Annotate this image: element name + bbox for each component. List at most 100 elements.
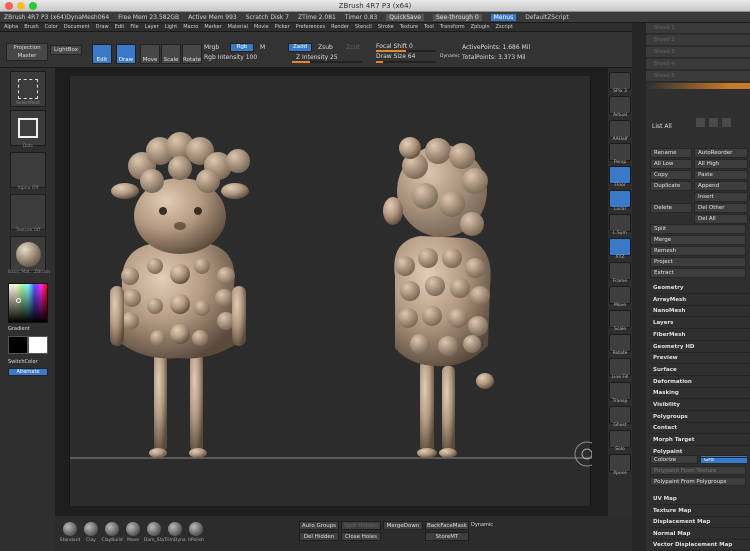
draw-button[interactable]: Draw <box>116 44 136 64</box>
lightbox-button[interactable]: LightBox <box>50 45 82 55</box>
shelf-xpose-button[interactable] <box>609 454 631 472</box>
rgb-intensity-slider[interactable]: Rgb Intensity 100 <box>204 54 257 61</box>
history-item[interactable]: Sheed 2 <box>646 35 750 46</box>
zoom-icon[interactable] <box>29 2 37 10</box>
insert-button[interactable]: Insert <box>694 192 748 202</box>
shelf-rotate-button[interactable] <box>609 334 631 352</box>
focal-shift-slider[interactable]: Focal Shift 0 <box>376 43 413 50</box>
del-hidden-button[interactable]: Del Hidden <box>299 532 339 541</box>
subpalette-geometry-hd[interactable]: Geometry HD <box>651 341 750 353</box>
split-hidden-button[interactable]: Split Hidden <box>341 521 381 530</box>
menu-tool[interactable]: Tool <box>424 24 434 30</box>
arrow-up-icon[interactable] <box>696 118 705 127</box>
remesh-button[interactable]: Remesh <box>650 246 746 256</box>
copy-button[interactable]: Copy <box>650 170 692 180</box>
alternate-button[interactable]: Alternate <box>8 368 48 376</box>
brush-hpolish-icon[interactable] <box>189 522 203 536</box>
m-toggle[interactable]: M <box>260 44 265 51</box>
canvas[interactable] <box>60 76 600 506</box>
edit-button[interactable]: Edit <box>92 44 112 64</box>
subpalette-deformation[interactable]: Deformation <box>651 376 750 388</box>
subpalette-nanomesh[interactable]: NanoMesh <box>651 305 750 318</box>
draw-size-track[interactable] <box>376 61 436 63</box>
texture-thumbnail[interactable] <box>10 194 46 230</box>
all-low-button[interactable]: All Low <box>650 159 692 169</box>
menu-texture[interactable]: Texture <box>400 24 418 30</box>
alpha-thumbnail[interactable] <box>10 152 46 188</box>
auto-groups-button[interactable]: Auto Groups <box>299 521 339 530</box>
menu-transform[interactable]: Transform <box>440 24 465 30</box>
subpalette-arraymesh[interactable]: ArrayMesh <box>651 294 750 306</box>
subpalette-preview[interactable]: Preview <box>651 352 750 365</box>
polypaint-from-polygroups-button[interactable]: Polypaint From Polygroups <box>650 477 746 486</box>
shelf-aahalf-button[interactable] <box>609 120 631 138</box>
menu-light[interactable]: Light <box>165 24 177 30</box>
paste-button[interactable]: Paste <box>694 170 748 180</box>
rename-button[interactable]: Rename <box>650 148 692 158</box>
append-button[interactable]: Append <box>694 181 748 191</box>
shelf-persp-button[interactable] <box>609 143 631 161</box>
subpalette-visibility[interactable]: Visibility <box>651 399 750 411</box>
store-mt-button[interactable]: StoreMT <box>425 532 469 541</box>
menu-material[interactable]: Material <box>228 24 248 30</box>
minimize-icon[interactable] <box>17 2 25 10</box>
shelf-floor-button[interactable] <box>609 166 631 184</box>
subpalette-layers[interactable]: Layers <box>651 317 750 330</box>
subpalette-masking[interactable]: Masking <box>651 387 750 400</box>
shelf-xyz-button[interactable] <box>609 238 631 256</box>
main-color-swatch[interactable] <box>28 336 48 354</box>
menu-stroke[interactable]: Stroke <box>378 24 394 30</box>
arrow-down-icon[interactable] <box>709 118 718 127</box>
subpalette-surface[interactable]: Surface <box>651 364 750 376</box>
list-all-button[interactable]: List All <box>652 123 672 130</box>
backface-mask-button[interactable]: BackFaceMask <box>425 521 469 530</box>
duplicate-button[interactable]: Duplicate <box>650 181 692 191</box>
gradient-toggle[interactable]: Gradient <box>8 326 30 332</box>
subpalette-polygroups[interactable]: Polygroups <box>651 411 750 423</box>
scale-button[interactable]: Scale <box>161 44 181 64</box>
subpalette-morph-target[interactable]: Morph Target <box>651 434 750 447</box>
secondary-color-swatch[interactable] <box>8 336 28 354</box>
merge-button[interactable]: Merge <box>650 235 746 245</box>
focal-shift-track[interactable] <box>376 50 436 52</box>
subpalette-contact[interactable]: Contact <box>651 422 750 435</box>
menu-layer[interactable]: Layer <box>145 24 159 30</box>
menu-stencil[interactable]: Stencil <box>355 24 372 30</box>
menu-zscript[interactable]: Zscript <box>496 24 513 30</box>
subpalette-texture-map[interactable]: Texture Map <box>651 505 750 517</box>
subpalette-displacement-map[interactable]: Displacement Map <box>651 516 750 528</box>
zadd-toggle[interactable]: Zadd <box>288 43 312 52</box>
subpalette-vector-displacement-map[interactable]: Vector Displacement Map <box>651 539 750 551</box>
dynamic-label[interactable]: Dynamic <box>471 522 493 528</box>
stroke-thumbnail[interactable] <box>10 110 46 146</box>
subpalette-fibermesh[interactable]: FiberMesh <box>651 329 750 341</box>
menu-picker[interactable]: Picker <box>275 24 290 30</box>
see-through-slider[interactable]: See-through 0 <box>432 13 482 21</box>
menu-edit[interactable]: Edit <box>115 24 125 30</box>
history-item[interactable]: Sheed 4 <box>646 59 750 70</box>
split-button[interactable]: Split <box>650 224 746 234</box>
brush-standard-icon[interactable] <box>63 522 77 536</box>
shelf-solo-button[interactable] <box>609 430 631 448</box>
dynamic-toggle[interactable]: Dynamic <box>440 54 460 59</box>
shelf-move-button[interactable] <box>609 286 631 304</box>
polypaint-from-texture-button[interactable]: Polypaint From Texture <box>650 466 746 475</box>
subpalette-normal-map[interactable]: Normal Map <box>651 528 750 540</box>
menu-file[interactable]: File <box>130 24 138 30</box>
subpalette-uv-map[interactable]: UV Map <box>651 493 750 505</box>
delete-button[interactable]: Delete <box>650 203 692 213</box>
color-picker[interactable] <box>8 283 48 323</box>
z-intensity-track[interactable] <box>292 61 362 63</box>
del-all-button[interactable]: Del All <box>694 214 748 224</box>
menu-movie[interactable]: Movie <box>254 24 269 30</box>
zsub-toggle[interactable]: Zsub <box>318 44 333 51</box>
shelf-ghost-button[interactable] <box>609 406 631 424</box>
menu-alpha[interactable]: Alpha <box>4 24 18 30</box>
menu-color[interactable]: Color <box>45 24 58 30</box>
menu-macro[interactable]: Macro <box>183 24 198 30</box>
history-slider[interactable] <box>646 83 750 89</box>
menu-preferences[interactable]: Preferences <box>296 24 325 30</box>
arrow-left-icon[interactable] <box>722 118 731 127</box>
menus-button[interactable]: Menus <box>490 13 517 21</box>
menu-render[interactable]: Render <box>331 24 349 30</box>
